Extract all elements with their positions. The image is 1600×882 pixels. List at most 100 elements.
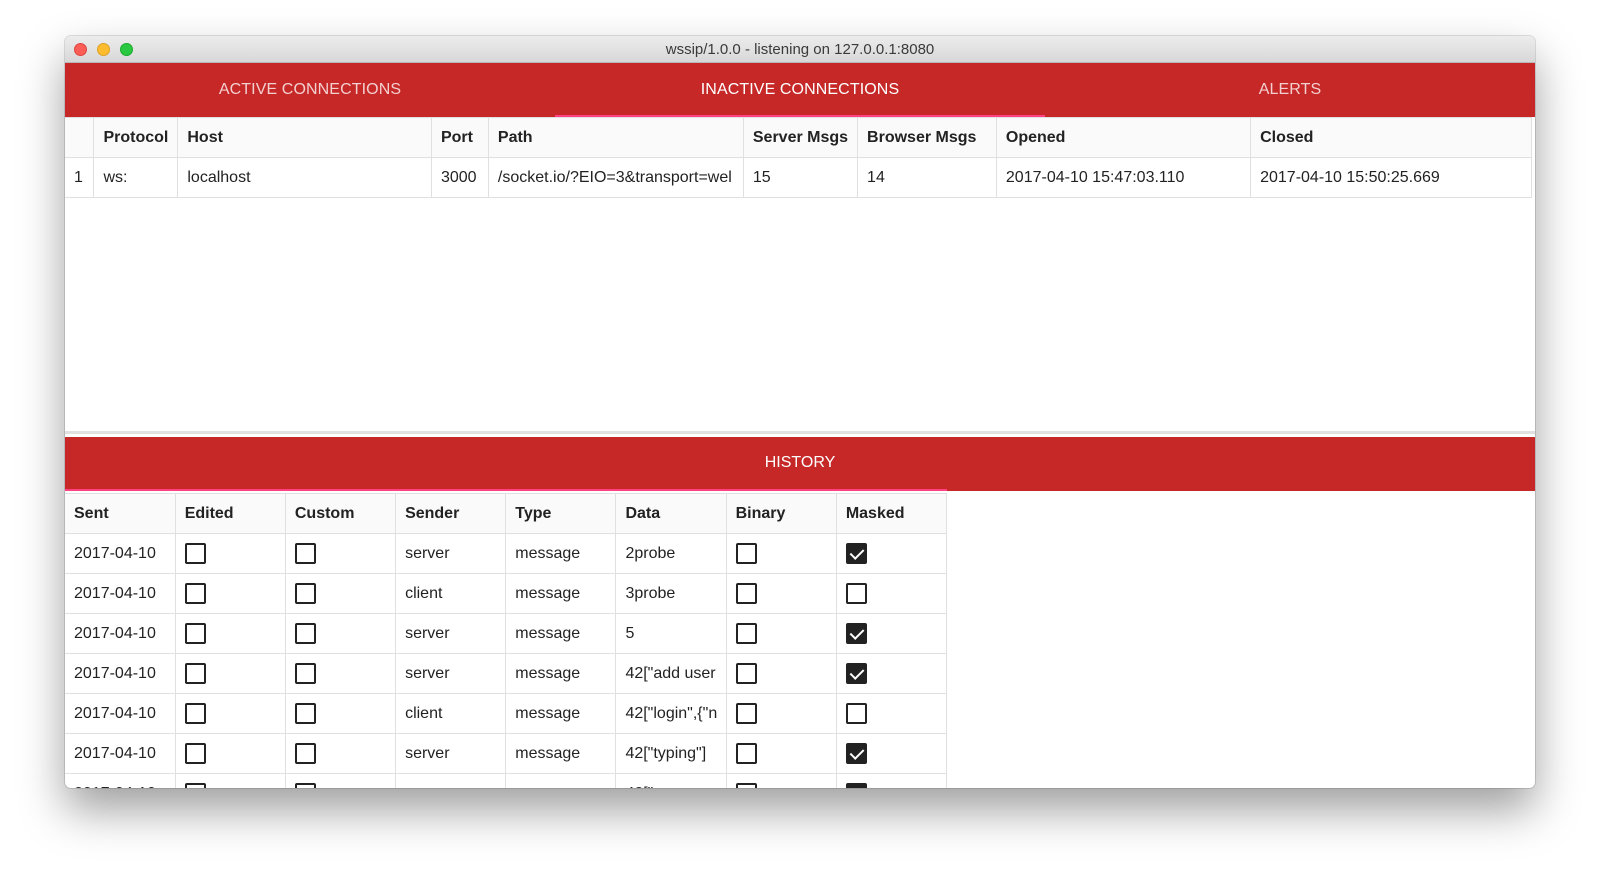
cell-sent: 2017-04-10 [65,533,176,574]
binary-checkbox[interactable] [735,743,757,764]
masked-checkbox[interactable] [845,703,867,724]
masked-checkbox[interactable] [845,783,867,788]
masked-checkbox[interactable] [845,743,867,764]
column-header-sent[interactable]: Sent [65,493,176,534]
binary-checkbox[interactable] [735,783,757,788]
cell-type: message [505,773,617,788]
binary-checkbox[interactable] [735,543,757,564]
history-panel[interactable]: Sent Edited Custom Sender Type Data Bina… [65,493,947,788]
cell-data: 42["new mes [615,773,727,788]
edited-checkbox[interactable] [184,623,206,644]
binary-cell [725,653,837,694]
edited-cell [174,613,286,654]
column-header-sender[interactable]: Sender [395,493,507,534]
custom-cell [284,693,397,734]
custom-cell [284,733,397,774]
column-header-binary[interactable]: Binary [725,493,837,534]
history-row[interactable]: 2017-04-10 server message 42["add user [65,653,946,694]
cell-data: 42["add user [615,653,727,694]
cell-type: message [505,653,617,694]
connection-row[interactable]: 1 ws: localhost 3000 /socket.io/?EIO=3&t… [65,157,1532,198]
edited-checkbox[interactable] [184,583,206,604]
masked-checkbox[interactable] [845,663,867,684]
binary-cell [725,733,837,774]
column-header-opened[interactable]: Opened [995,117,1252,158]
column-header-edited[interactable]: Edited [174,493,286,534]
history-row[interactable]: 2017-04-10 server message 5 [65,613,946,654]
tab-active-connections[interactable]: ACTIVE CONNECTIONS [65,63,555,117]
history-row[interactable]: 2017-04-10 servermessage42["new mes [65,773,946,788]
cell-opened: 2017-04-10 15:47:03.110 [995,157,1252,198]
custom-checkbox[interactable] [294,623,316,644]
edited-checkbox[interactable] [184,663,206,684]
cell-sender: client [395,573,507,614]
edited-cell [174,693,286,734]
custom-cell [284,653,397,694]
column-header-host[interactable]: Host [177,117,432,158]
masked-cell [835,613,946,654]
binary-checkbox[interactable] [735,583,757,604]
custom-checkbox[interactable] [294,743,316,764]
connections-panel: Protocol Host Port Path Server Msgs Brow… [65,117,1535,434]
cell-type: message [505,613,617,654]
edited-cell [174,653,286,694]
history-row[interactable]: 2017-04-10 client message 42["login",{"n [65,693,946,734]
cell-host: localhost [177,157,432,198]
column-header-type[interactable]: Type [505,493,617,534]
binary-cell [725,693,837,734]
edited-checkbox[interactable] [184,743,206,764]
edited-cell [174,773,286,788]
column-header-masked[interactable]: Masked [835,493,946,534]
tab-inactive-connections[interactable]: INACTIVE CONNECTIONS [555,63,1045,117]
masked-cell [835,773,946,788]
history-row[interactable]: 2017-04-10 server message 42["typing"] [65,733,946,774]
masked-checkbox[interactable] [845,623,867,644]
masked-cell [835,653,946,694]
edited-checkbox[interactable] [184,703,206,724]
cell-sent: 2017-04-10 [65,773,176,788]
binary-cell [725,573,837,614]
custom-checkbox[interactable] [294,783,316,788]
column-header-server-msgs[interactable]: Server Msgs [742,117,859,158]
cell-server-msgs: 15 [742,157,859,198]
cell-data: 42["typing"] [615,733,727,774]
column-header-protocol[interactable]: Protocol [93,117,179,158]
history-row[interactable]: 2017-04-10 server message 2probe [65,533,946,574]
custom-checkbox[interactable] [294,543,316,564]
column-header-closed[interactable]: Closed [1250,117,1532,158]
edited-cell [174,573,286,614]
masked-cell [835,573,946,614]
cell-sender: server [395,773,507,788]
binary-checkbox[interactable] [735,663,757,684]
column-header-port[interactable]: Port [430,117,489,158]
edited-checkbox[interactable] [184,543,206,564]
edited-cell [174,533,286,574]
cell-protocol: ws: [93,157,179,198]
cell-sent: 2017-04-10 [65,653,176,694]
custom-cell [284,613,397,654]
edited-checkbox[interactable] [184,783,206,788]
custom-checkbox[interactable] [294,703,316,724]
masked-checkbox[interactable] [845,583,867,604]
custom-cell [284,533,397,574]
tab-alerts[interactable]: ALERTS [1045,63,1535,117]
cell-sent: 2017-04-10 [65,573,176,614]
cell-index: 1 [65,157,95,198]
column-header-path[interactable]: Path [487,117,744,158]
column-header-data[interactable]: Data [615,493,727,534]
masked-cell [835,533,946,574]
column-header-browser-msgs[interactable]: Browser Msgs [857,117,997,158]
cell-sender: server [395,613,507,654]
binary-checkbox[interactable] [735,703,757,724]
custom-checkbox[interactable] [294,583,316,604]
custom-checkbox[interactable] [294,663,316,684]
cell-sender: server [395,533,507,574]
cell-sent: 2017-04-10 [65,693,176,734]
column-header-index[interactable] [65,117,95,158]
cell-type: message [505,533,617,574]
column-header-custom[interactable]: Custom [284,493,397,534]
history-row[interactable]: 2017-04-10 client message 3probe [65,573,946,614]
masked-checkbox[interactable] [845,543,867,564]
binary-checkbox[interactable] [735,623,757,644]
binary-cell [725,773,837,788]
